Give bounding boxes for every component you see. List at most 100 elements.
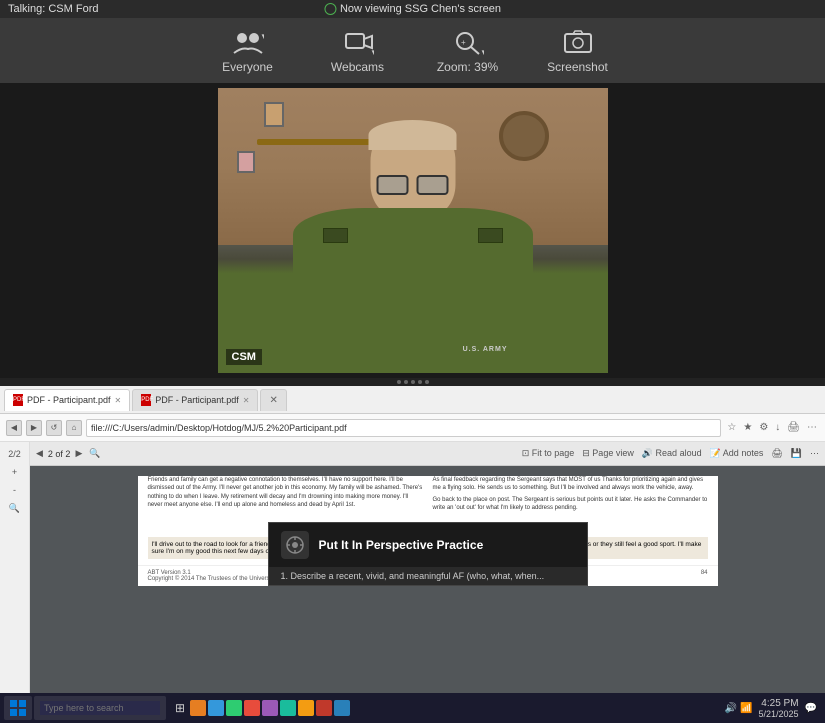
taskbar: ⊞ 🔊 📶 4:25 PM 5/21/2025 💬 [0,693,825,723]
print-pdf-btn[interactable]: 🖨 [769,448,784,459]
download-icon[interactable]: ↓ [773,422,782,433]
slide-header: Put It In Perspective Practice [269,523,587,567]
start-button[interactable] [4,696,32,720]
pdf-col-left: Friends and family can get a negative co… [148,476,423,516]
fit-page-btn[interactable]: ⊡ Fit to page [520,448,577,459]
app8-icon[interactable] [316,700,332,716]
windows-icon [10,700,26,716]
pdf-search-btn[interactable]: 🔍 [87,448,102,459]
tool-icon[interactable]: ⚙ [757,422,770,433]
taskbar-right: 🔊 📶 4:25 PM 5/21/2025 💬 [725,698,821,719]
browser-chrome: PDF PDF - Participant.pdf ✕ PDF PDF - Pa… [0,386,825,414]
tab-2[interactable]: PDF PDF - Participant.pdf ✕ [132,389,258,411]
url-bar[interactable] [86,419,721,437]
app9-icon[interactable] [334,700,350,716]
toolbar: ▼ Everyone ▼ Webcams + ▼ Zoom: 39% [0,18,825,83]
zoom-out-btn[interactable]: - [7,482,23,498]
back-button[interactable]: ◀ [6,420,22,436]
pdf-content: 2/2 + - 🔍 ◀ 2 of 2 ▶ 🔍 ⊡ Fit to page ⊟ P… [0,442,825,723]
page-view-btn[interactable]: ⊟ Page view [580,448,636,459]
taskbar-apps: ⊞ [172,700,350,716]
home-button[interactable]: ⌂ [66,420,82,436]
bottom-panel: Put It In Perspective Practice 1. Descri… [268,522,588,586]
add-notes-btn[interactable]: 📝 Add notes [708,448,766,459]
pdf-nav-bar: ◀ 2 of 2 ▶ 🔍 ⊡ Fit to page ⊟ Page view 🔊… [30,442,825,466]
screenshot-icon [562,28,594,56]
slide-card: Put It In Perspective Practice 1. Descri… [268,522,588,586]
webcams-button[interactable]: ▼ Webcams [323,28,393,74]
drag-dots [397,380,429,384]
tab-close-2[interactable]: ✕ [243,396,250,405]
print-icon[interactable]: 🖨 [785,422,802,433]
svg-text:▼: ▼ [370,48,374,55]
time-display: 4:25 PM 5/21/2025 [759,698,799,719]
app1-icon[interactable] [190,700,206,716]
pdf-footer-page: 84 [701,570,708,582]
video-area: U.S. ARMY CSM [0,83,825,378]
star-icon[interactable]: ☆ [725,422,738,433]
now-viewing-label: Now viewing SSG Chen's screen [324,3,501,15]
notification-icon[interactable]: 💬 [805,703,817,714]
pdf-page-content: Friends and family can get a negative co… [138,476,718,586]
pdf-toolbar-right: ☆ ★ ⚙ ↓ 🖨 ⋯ [725,422,819,433]
webcams-label: Webcams [331,60,384,74]
app7-icon[interactable] [298,700,314,716]
pdf-right-tools: ⊡ Fit to page ⊟ Page view 🔊 Read aloud 📝… [520,448,821,459]
app4-icon[interactable] [244,700,260,716]
slide-title: Put It In Perspective Practice [319,538,484,552]
name-tag: CSM [226,349,262,365]
pdf-col-right: As final feedback regarding the Sergeant… [433,476,708,516]
zoom-icon: + ▼ [452,28,484,56]
everyone-label: Everyone [222,60,273,74]
more-icon[interactable]: ⋯ [805,422,819,433]
slide-icon [281,531,309,559]
forward-button[interactable]: ▶ [26,420,42,436]
pdf-left-bar: 2/2 + - 🔍 [0,442,30,723]
page-num-display: 2/2 [7,446,23,462]
globe-icon [324,3,336,15]
top-bar: Talking: CSM Ford Now viewing SSG Chen's… [0,0,825,18]
tab-bar: PDF PDF - Participant.pdf ✕ PDF PDF - Pa… [4,389,821,411]
video-background: U.S. ARMY CSM [218,88,608,373]
app5-icon[interactable] [262,700,278,716]
zoom-label: Zoom: 39% [437,60,498,74]
more-pdf-btn[interactable]: ⋯ [808,448,821,459]
app2-icon[interactable] [208,700,224,716]
pdf-main: ◀ 2 of 2 ▶ 🔍 ⊡ Fit to page ⊟ Page view 🔊… [30,442,825,723]
pdf-two-col: Friends and family can get a negative co… [138,476,718,516]
screenshot-label: Screenshot [547,60,608,74]
glasses [377,175,449,193]
tab-3[interactable]: ✕ [260,389,286,411]
system-icons: 🔊 📶 [725,703,753,714]
uniform: U.S. ARMY [293,208,533,373]
taskview-icon[interactable]: ⊞ [172,700,188,716]
head [370,123,455,218]
slide-subtitle: 1. Describe a recent, vivid, and meaning… [269,567,587,585]
zoom-button[interactable]: + ▼ Zoom: 39% [433,28,503,74]
main-video: U.S. ARMY CSM [218,88,608,373]
everyone-button[interactable]: ▼ Everyone [213,28,283,74]
next-page-btn[interactable]: ▶ [73,448,84,459]
person-shape: U.S. ARMY [273,113,553,373]
screenshot-button[interactable]: Screenshot [543,28,613,74]
search-pdf-btn[interactable]: 🔍 [7,500,23,516]
drag-handle[interactable] [0,378,825,386]
app3-icon[interactable] [226,700,242,716]
tab-1[interactable]: PDF PDF - Participant.pdf ✕ [4,389,130,411]
star2-icon[interactable]: ★ [741,422,754,433]
search-input[interactable] [40,701,160,715]
save-pdf-btn[interactable]: 💾 [789,448,804,459]
talking-label: Talking: CSM Ford [8,3,98,15]
zoom-in-btn[interactable]: + [7,464,23,480]
read-aloud-btn[interactable]: 🔊 Read aloud [640,448,704,459]
prev-page-btn[interactable]: ◀ [34,448,45,459]
search-button[interactable] [34,696,166,720]
svg-text:+: + [461,38,466,47]
pdf-page: Friends and family can get a negative co… [30,466,825,723]
svg-text:▼: ▼ [480,48,484,55]
tab-close-1[interactable]: ✕ [115,396,122,405]
refresh-button[interactable]: ↺ [46,420,62,436]
pdf-toolbar: ◀ ▶ ↺ ⌂ ☆ ★ ⚙ ↓ 🖨 ⋯ [0,414,825,442]
everyone-icon: ▼ [232,28,264,56]
app6-icon[interactable] [280,700,296,716]
